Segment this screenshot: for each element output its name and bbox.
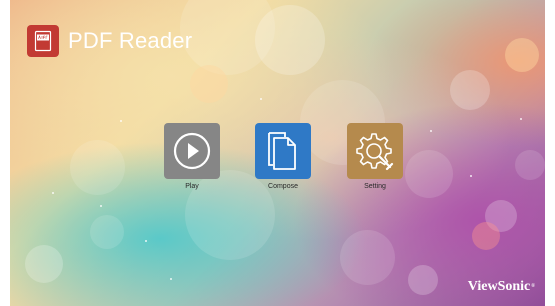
app-title: PDF Reader bbox=[68, 28, 193, 53]
gear-wrench-icon bbox=[356, 133, 394, 171]
bokeh-decoration bbox=[405, 150, 453, 198]
document-pages-icon bbox=[268, 132, 296, 170]
home-screen: PDF Reader Play Compose Setting ViewSoni… bbox=[10, 0, 545, 306]
sparkle-decoration bbox=[470, 175, 472, 177]
play-tile[interactable] bbox=[164, 123, 220, 179]
setting-label: Setting bbox=[364, 183, 386, 190]
compose-tile[interactable] bbox=[255, 123, 311, 179]
bokeh-decoration bbox=[408, 265, 438, 295]
sparkle-decoration bbox=[520, 118, 522, 120]
sparkle-decoration bbox=[145, 240, 147, 242]
registered-mark: ® bbox=[531, 284, 535, 289]
bokeh-decoration bbox=[70, 140, 125, 195]
pdf-document-icon bbox=[27, 25, 59, 57]
bokeh-decoration bbox=[90, 215, 124, 249]
play-button[interactable]: Play bbox=[163, 123, 221, 191]
sparkle-decoration bbox=[260, 98, 262, 100]
play-circle-icon bbox=[173, 132, 211, 170]
bokeh-decoration bbox=[190, 65, 228, 103]
bokeh-decoration bbox=[255, 5, 325, 75]
sparkle-decoration bbox=[170, 278, 172, 280]
bokeh-decoration bbox=[472, 222, 500, 250]
bokeh-decoration bbox=[25, 245, 63, 283]
bokeh-decoration bbox=[515, 150, 545, 180]
setting-button[interactable]: Setting bbox=[346, 123, 404, 191]
brand-name: ViewSonic bbox=[467, 279, 531, 294]
viewsonic-logo: ViewSonic® bbox=[468, 279, 535, 295]
play-label: Play bbox=[185, 183, 199, 190]
setting-tile[interactable] bbox=[347, 123, 403, 179]
compose-button[interactable]: Compose bbox=[254, 123, 312, 191]
bokeh-decoration bbox=[505, 38, 539, 72]
sparkle-decoration bbox=[52, 192, 54, 194]
bokeh-decoration bbox=[450, 70, 490, 110]
app-header: PDF Reader bbox=[27, 25, 192, 57]
sparkle-decoration bbox=[430, 130, 432, 132]
bokeh-decoration bbox=[340, 230, 395, 285]
sparkle-decoration bbox=[100, 205, 102, 207]
sparkle-decoration bbox=[120, 120, 122, 122]
compose-label: Compose bbox=[268, 183, 298, 190]
